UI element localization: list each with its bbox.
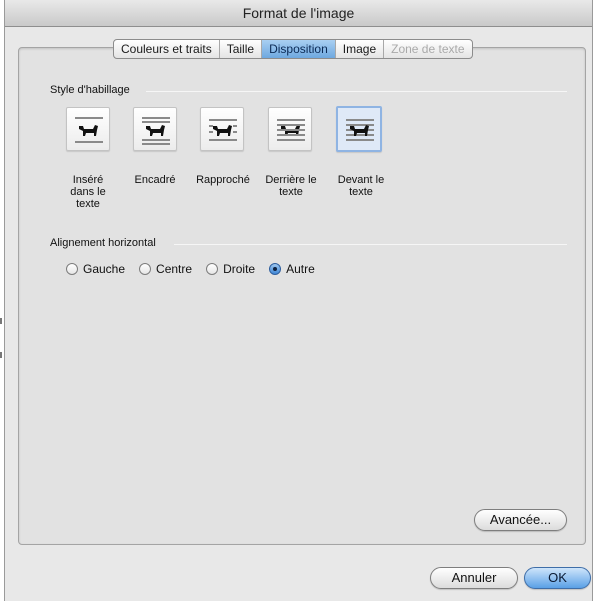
radio-gauche-label: Gauche [83,262,126,276]
radio-autre[interactable]: Autre [269,262,315,276]
radio-gauche[interactable]: Gauche [66,262,125,276]
radio-centre-label: Centre [156,262,193,276]
wrap-option-square[interactable] [133,107,177,151]
window-titlebar[interactable]: Format de l'image [5,0,592,27]
radio-centre-dot[interactable] [139,263,152,275]
wrap-style-divider [146,91,567,92]
wrap-label-tight: Rapproché [196,174,250,186]
wrap-option-behind[interactable] [268,107,312,151]
wrap-label-inline: Inséré dans le texte [70,174,106,210]
wrap-label-in-front: Devant le texte [337,174,385,198]
square-wrap-icon [142,117,170,145]
ok-button[interactable]: OK [524,567,591,589]
radio-autre-dot[interactable] [269,263,282,275]
tight-wrap-icon [209,119,237,141]
inline-with-text-icon [75,117,103,143]
wrap-label-behind: Derrière le texte [265,174,317,198]
tab-bar: Couleurs et traits Taille Disposition Im… [113,39,473,59]
tab-couleurs-et-traits[interactable]: Couleurs et traits [114,40,220,58]
in-front-of-text-icon [346,119,374,141]
horizontal-alignment-divider [174,244,567,245]
edge-mark [0,318,2,324]
wrap-option-tight[interactable] [200,107,244,151]
radio-droite[interactable]: Droite [206,262,255,276]
edge-mark [0,352,2,358]
radio-autre-label: Autre [286,262,315,276]
wrap-label-square: Encadré [134,174,176,186]
tab-image[interactable]: Image [336,40,385,58]
tab-zone-de-texte: Zone de texte [391,42,465,56]
radio-droite-label: Droite [223,262,256,276]
horizontal-alignment-radios: Gauche Centre Droite Autre [66,261,329,277]
wrap-style-title: Style d'habillage [50,84,130,96]
cancel-button[interactable]: Annuler [430,567,518,589]
wrap-option-in-front[interactable] [336,106,382,152]
radio-centre[interactable]: Centre [139,262,192,276]
horizontal-alignment-title: Alignement horizontal [50,237,156,249]
radio-droite-dot[interactable] [206,263,219,275]
wrap-option-inline[interactable] [66,107,110,151]
advanced-button[interactable]: Avancée... [474,509,567,531]
tab-disposition[interactable]: Disposition [262,40,336,58]
tab-taille[interactable]: Taille [220,40,263,58]
behind-text-icon [277,119,305,141]
radio-gauche-dot[interactable] [66,263,78,275]
window-title: Format de l'image [242,5,355,21]
